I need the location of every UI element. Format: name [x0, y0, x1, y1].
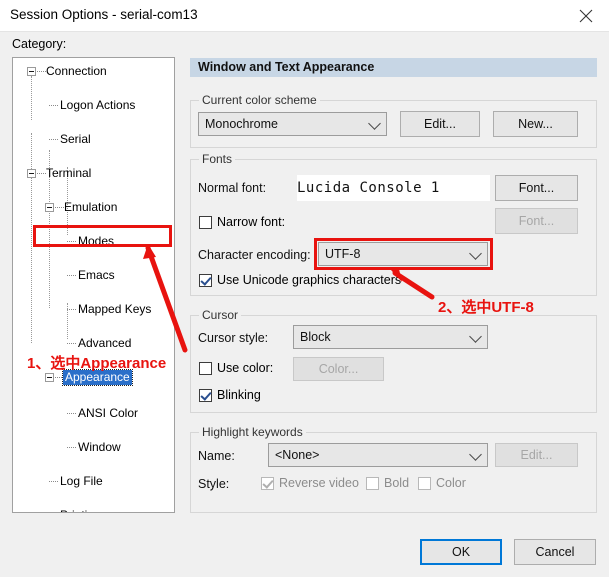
annotation-arrow-encoding: [391, 269, 435, 300]
annotation-step1: 1、选中Appearance: [27, 355, 167, 372]
annotation-step2: 2、选中UTF-8: [438, 299, 534, 316]
